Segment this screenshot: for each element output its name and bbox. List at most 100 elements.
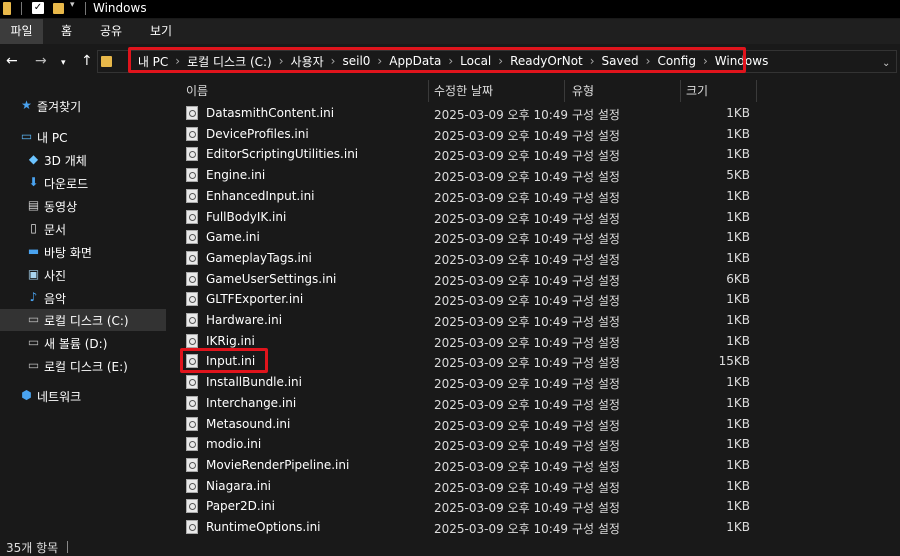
file-modified-date: 2025-03-09 오후 10:49 [434,294,569,308]
sidebar-item-network[interactable]: ⬢ 네트워크 [0,385,166,407]
divider [21,2,22,15]
tab-home[interactable]: 홈 [61,19,72,44]
up-arrow-icon[interactable]: ↑ [81,53,93,69]
file-size: 1KB [726,437,750,451]
customize-quick-access-icon[interactable]: ▾ [70,0,75,13]
file-modified-date: 2025-03-09 오후 10:49 [434,129,569,143]
sidebar-item-videos[interactable]: ▤ 동영상 [0,195,166,217]
sidebar-item-label: 동영상 [44,200,78,214]
ini-file-icon [186,230,198,244]
item-count: 35개 항목 [6,541,59,555]
file-modified-date: 2025-03-09 오후 10:49 [434,149,569,163]
file-type: 구성 설정 [572,274,620,288]
sidebar-item-volume-d[interactable]: ▭ 새 볼륨 (D:) [0,332,166,354]
file-size: 1KB [726,375,750,389]
file-size: 5KB [726,168,750,182]
file-type: 구성 설정 [572,460,620,474]
sidebar-item-this-pc[interactable]: ▭ 내 PC [0,126,166,148]
sidebar-item-label: 문서 [44,223,67,237]
properties-icon[interactable]: ✓ [32,2,44,14]
ini-file-icon [186,437,198,451]
file-name: GameplayTags.ini [206,251,312,265]
file-name: EnhancedInput.ini [206,189,315,203]
window-title: Windows [93,1,147,15]
column-header-size[interactable]: 크기 [686,80,708,102]
drive-icon: ▭ [27,358,40,372]
divider [67,541,68,553]
file-size: 1KB [726,251,750,265]
column-header-date[interactable]: 수정한 날짜 [434,80,493,102]
sidebar-item-music[interactable]: ♪ 음악 [0,287,166,309]
file-name: EditorScriptingUtilities.ini [206,147,359,161]
sidebar-item-downloads[interactable]: ⬇ 다운로드 [0,172,166,194]
desktop-icon: ▬ [27,244,40,258]
file-type: 구성 설정 [572,336,620,350]
file-size: 1KB [726,127,750,141]
column-divider[interactable] [756,80,757,102]
drive-icon: ▭ [27,335,40,349]
sidebar-item-quick-access[interactable]: ★ 즐겨찾기 [0,95,166,117]
file-name: Interchange.ini [206,396,297,410]
sidebar-item-label: 다운로드 [44,177,89,191]
file-size: 1KB [726,499,750,513]
file-size: 1KB [726,458,750,472]
column-divider[interactable] [564,80,565,102]
file-size: 6KB [726,272,750,286]
file-size: 1KB [726,210,750,224]
file-modified-date: 2025-03-09 오후 10:49 [434,191,569,205]
computer-icon: ▭ [20,129,33,143]
ini-file-icon [186,210,198,224]
column-divider[interactable] [428,80,429,102]
tab-share[interactable]: 공유 [100,19,122,44]
file-modified-date: 2025-03-09 오후 10:49 [434,170,569,184]
new-folder-icon[interactable] [53,3,64,14]
file-size: 1KB [726,417,750,431]
file-name: DeviceProfiles.ini [206,127,309,141]
file-name: GLTFExporter.ini [206,292,304,306]
file-type: 구성 설정 [572,253,620,267]
file-modified-date: 2025-03-09 오후 10:49 [434,315,569,329]
ini-file-icon [186,106,198,120]
file-type: 구성 설정 [572,170,620,184]
chevron-down-icon[interactable]: ⌄ [882,58,890,69]
column-divider[interactable] [680,80,681,102]
file-type: 구성 설정 [572,232,620,246]
ini-file-icon [186,292,198,306]
ini-file-icon [186,251,198,265]
sidebar-item-label: 3D 개체 [44,154,87,168]
sidebar-item-label: 내 PC [37,131,68,145]
sidebar-item-local-disk-e[interactable]: ▭ 로컬 디스크 (E:) [0,355,166,377]
back-arrow-icon[interactable]: ← [6,53,18,69]
file-size: 15KB [718,354,750,368]
sidebar-item-label: 네트워크 [37,390,82,404]
sidebar-item-documents[interactable]: ▯ 문서 [0,218,166,240]
file-name: IKRig.ini [206,334,255,348]
sidebar-item-local-disk-c[interactable]: ▭ 로컬 디스크 (C:) [0,309,166,331]
file-type: 구성 설정 [572,149,620,163]
column-header-name[interactable]: 이름 [186,80,208,102]
ini-file-icon [186,313,198,327]
file-name: DatasmithContent.ini [206,106,335,120]
file-size: 1KB [726,479,750,493]
sidebar-item-3d-objects[interactable]: ◆ 3D 개체 [0,149,166,171]
file-type: 구성 설정 [572,501,620,515]
divider [85,2,86,15]
forward-arrow-icon[interactable]: → [35,53,47,69]
sidebar-item-label: 로컬 디스크 (C:) [44,314,129,328]
star-icon: ★ [21,98,32,112]
ini-file-icon [186,168,198,182]
file-name: Game.ini [206,230,260,244]
file-type: 구성 설정 [572,481,620,495]
recent-locations-icon[interactable]: ▾ [61,58,66,68]
tab-view[interactable]: 보기 [150,19,172,44]
file-size: 1KB [726,292,750,306]
column-header-type[interactable]: 유형 [572,80,594,102]
sidebar-item-label: 새 볼륨 (D:) [44,337,108,351]
ini-file-icon [186,334,198,348]
sidebar-item-pictures[interactable]: ▣ 사진 [0,264,166,286]
tab-file[interactable]: 파일 [0,19,43,44]
ini-file-icon [186,396,198,410]
file-modified-date: 2025-03-09 오후 10:49 [434,522,569,536]
file-type: 구성 설정 [572,398,620,412]
sidebar-item-desktop[interactable]: ▬ 바탕 화면 [0,241,166,263]
